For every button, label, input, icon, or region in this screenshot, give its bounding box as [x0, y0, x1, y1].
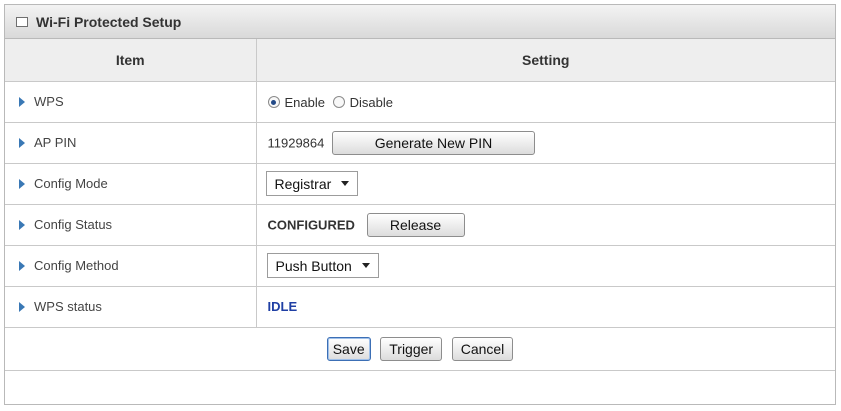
row-config-method: Config Method Push Button: [5, 244, 835, 287]
save-button[interactable]: Save: [326, 336, 371, 361]
row-label-ap-pin: AP PIN: [34, 135, 77, 150]
row-label-config-status: Config Status: [34, 217, 113, 232]
arrow-right-icon: [19, 178, 25, 189]
wps-panel: Wi-Fi Protected Setup Item Setting WPS E…: [4, 4, 836, 405]
setting-cell: IDLE: [255, 285, 835, 328]
row-label-cell: WPS status: [5, 285, 257, 328]
release-button[interactable]: Release: [366, 212, 465, 237]
arrow-right-icon: [19, 137, 25, 148]
arrow-right-icon: [19, 219, 25, 230]
table-header-row: Item Setting: [5, 39, 835, 82]
row-label-cell: Config Method: [5, 244, 257, 287]
row-wps-status: WPS status IDLE: [5, 285, 835, 328]
chevron-down-icon: [361, 263, 370, 268]
row-label-wps-status: WPS status: [34, 299, 102, 314]
window-icon: [16, 16, 28, 27]
row-label-wps: WPS: [34, 94, 64, 109]
wps-disable-label[interactable]: Disable: [350, 95, 393, 110]
config-status-value: CONFIGURED: [267, 217, 355, 232]
setting-cell: Enable Disable: [255, 80, 835, 123]
setting-cell: 11929864 Generate New PIN: [255, 121, 835, 164]
chevron-down-icon: [341, 181, 350, 186]
settings-table: Item Setting WPS Enable Disable AP PIN 1…: [5, 39, 835, 371]
footer-actions: Save Trigger Cancel: [5, 326, 835, 371]
row-wps: WPS Enable Disable: [5, 80, 835, 123]
row-config-status: Config Status CONFIGURED Release: [5, 203, 835, 246]
row-label-cell: Config Status: [5, 203, 257, 246]
wps-enable-label[interactable]: Enable: [285, 95, 325, 110]
row-config-mode: Config Mode Registrar: [5, 162, 835, 205]
footer-row: Save Trigger Cancel: [5, 326, 835, 371]
config-mode-select[interactable]: Registrar: [265, 171, 359, 196]
config-mode-value: Registrar: [274, 175, 332, 192]
trigger-button[interactable]: Trigger: [380, 336, 443, 361]
setting-cell: Push Button: [255, 244, 835, 287]
column-header-setting: Setting: [255, 39, 835, 82]
row-ap-pin: AP PIN 11929864 Generate New PIN: [5, 121, 835, 164]
row-label-config-mode: Config Mode: [34, 176, 108, 191]
generate-new-pin-button[interactable]: Generate New PIN: [332, 130, 535, 155]
arrow-right-icon: [19, 301, 25, 312]
row-label-cell: Config Mode: [5, 162, 257, 205]
wps-enable-radio[interactable]: [267, 96, 280, 109]
arrow-right-icon: [19, 260, 25, 271]
ap-pin-value: 11929864: [267, 135, 325, 150]
setting-cell: CONFIGURED Release: [255, 203, 835, 246]
wps-status-value: IDLE: [267, 299, 298, 314]
cancel-button[interactable]: Cancel: [451, 336, 514, 361]
panel-header: Wi-Fi Protected Setup: [5, 5, 835, 39]
arrow-right-icon: [19, 96, 25, 107]
column-header-item: Item: [5, 39, 257, 82]
config-method-value: Push Button: [275, 257, 352, 274]
row-label-cell: WPS: [5, 80, 257, 123]
row-label-cell: AP PIN: [5, 121, 257, 164]
row-label-config-method: Config Method: [34, 258, 119, 273]
config-method-select[interactable]: Push Button: [266, 253, 379, 278]
setting-cell: Registrar: [255, 162, 835, 205]
wps-disable-radio[interactable]: [332, 96, 345, 109]
panel-title: Wi-Fi Protected Setup: [36, 13, 182, 30]
